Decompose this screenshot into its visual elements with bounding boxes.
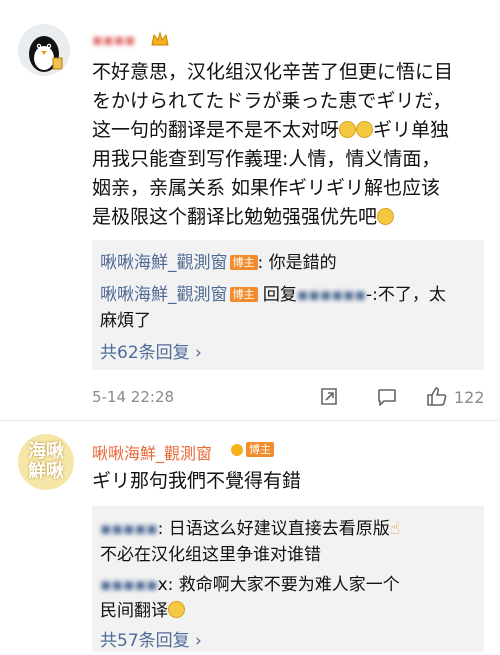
username[interactable]: ▪▪▪▪: [92, 30, 135, 49]
like-icon[interactable]: [426, 385, 448, 411]
more-replies-link[interactable]: 共57条回复 ›: [100, 626, 202, 651]
share-icon[interactable]: [318, 386, 340, 412]
comment-body: 不好意思，汉化组汉化辛苦了但更に悟に目 をかけられてたドラが乗った恵でギリだ， …: [92, 61, 454, 228]
reply-item[interactable]: ▪▪▪▪▪: 日语这么好建议直接去看原版☝: [100, 514, 400, 539]
avatar[interactable]: 海啾鮮啾: [18, 434, 74, 490]
avatar-text: 海啾鮮啾: [28, 441, 64, 482]
penguin-avatar-icon: [29, 36, 63, 72]
reply-box: 啾啾海鮮_觀測窗 博主: 你是錯的 啾啾海鮮_觀測窗 博主 回复▪▪▪▪▪▪-:不了…: [92, 240, 484, 370]
like-count: 122: [454, 388, 485, 407]
star-icon: [231, 444, 243, 456]
laugh-cry-emoji-icon: [168, 601, 185, 618]
blogger-badge: 博主: [229, 255, 258, 270]
username[interactable]: 啾啾海鮮_觀測窗: [92, 440, 212, 464]
thumbs-emoji-icon: ☝: [389, 519, 401, 539]
reply-item[interactable]: 啾啾海鮮_觀測窗 博主: 你是錯的: [100, 248, 337, 273]
timestamp: 5-14 22:28: [92, 388, 175, 406]
blogger-badge: 博主: [230, 440, 274, 459]
reply-item[interactable]: ▪▪▪▪▪x: 救命啊大家不要为难人家一个: [100, 570, 400, 595]
divider: [0, 420, 500, 421]
smile-emoji-icon: [356, 121, 374, 138]
comment-body: ギリ那句我們不覺得有錯: [92, 470, 302, 492]
smile-emoji-icon: [339, 121, 357, 138]
more-replies-link[interactable]: 共62条回复 ›: [100, 338, 202, 363]
avatar[interactable]: [18, 24, 70, 76]
reply-item[interactable]: 啾啾海鮮_觀測窗 博主 回复▪▪▪▪▪▪-:不了，太: [100, 280, 446, 305]
reply-box: ▪▪▪▪▪: 日语这么好建议直接去看原版☝ 不必在汉化组这里争谁对谁错 ▪▪▪▪…: [92, 506, 484, 652]
smile-emoji-icon: [377, 208, 395, 225]
blogger-badge: 博主: [229, 287, 258, 302]
comment-icon[interactable]: [376, 386, 398, 412]
crown-icon: [150, 30, 170, 52]
